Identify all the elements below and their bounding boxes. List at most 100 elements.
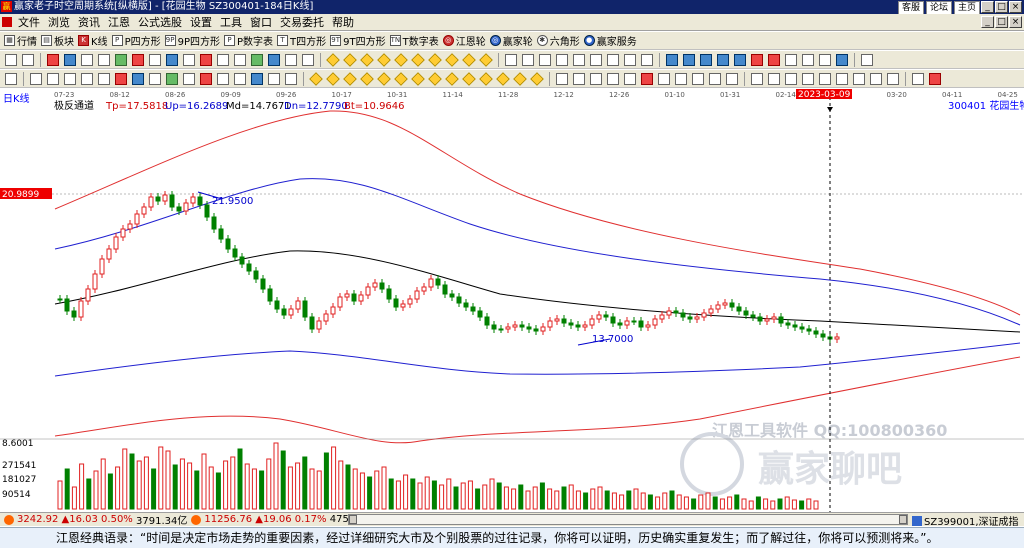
tb2-tool-38-button[interactable] [622, 52, 638, 67]
tb3-tool-56-button[interactable] [910, 71, 926, 86]
tb2-tool-9-button[interactable] [147, 52, 163, 67]
tb2-tool-25-button[interactable] [410, 52, 426, 67]
tb2-tool-47-button[interactable] [766, 52, 782, 67]
tb3-tool-34-button[interactable] [554, 71, 570, 86]
link-forum[interactable]: 论坛 [925, 1, 952, 14]
menu-browse[interactable]: 浏览 [44, 14, 74, 30]
tb3-tool-12-button[interactable] [198, 71, 214, 86]
minimize-button[interactable]: _ [981, 1, 994, 13]
tb3-tool-3-button[interactable] [45, 71, 61, 86]
tool-p-square-button[interactable]: P P四方形 [111, 33, 161, 48]
child-minimize-button[interactable]: _ [981, 16, 994, 28]
tb3-tool-41-button[interactable] [673, 71, 689, 86]
menu-window[interactable]: 窗口 [246, 14, 276, 30]
tb2-tool-1-button[interactable] [20, 52, 36, 67]
kline-chart-area[interactable]: 07-23 08-12 08-26 09-09 09-26 10-17 10-31 11-14… [0, 89, 1024, 512]
child-close-button[interactable]: × [1009, 16, 1022, 28]
chart-scrollbar[interactable] [348, 514, 908, 525]
tb3-tool-22-button[interactable] [359, 71, 375, 86]
tb3-tool-20-button[interactable] [325, 71, 341, 86]
tb3-tool-24-button[interactable] [393, 71, 409, 86]
tb3-tool-27-button[interactable] [444, 71, 460, 86]
tb3-tool-2-button[interactable] [28, 71, 44, 86]
tb3-tool-54-button[interactable] [885, 71, 901, 86]
tb2-tool-21-button[interactable] [342, 52, 358, 67]
tb2-tool-35-button[interactable] [571, 52, 587, 67]
tb3-tool-53-button[interactable] [868, 71, 884, 86]
tb2-tool-39-button[interactable] [639, 52, 655, 67]
maximize-button[interactable]: □ [995, 1, 1008, 13]
tb3-tool-38-button[interactable] [622, 71, 638, 86]
tb2-tool-20-button[interactable] [325, 52, 341, 67]
tb3-tool-21-button[interactable] [342, 71, 358, 86]
tb3-tool-40-button[interactable] [656, 71, 672, 86]
link-support[interactable]: 客服 [897, 1, 924, 14]
tool-9t-square-button[interactable]: 9T 9T四方形 [330, 33, 386, 48]
tool-9p-square-button[interactable]: 9P 9P四方形 [164, 33, 220, 48]
tb2-tool-31-button[interactable] [503, 52, 519, 67]
tb3-tool-46-button[interactable] [749, 71, 765, 86]
tb2-tool-37-button[interactable] [605, 52, 621, 67]
menu-settings[interactable]: 设置 [186, 14, 216, 30]
tb2-tool-23-button[interactable] [376, 52, 392, 67]
tb3-tool-4-button[interactable] [62, 71, 78, 86]
tb3-tool-5-button[interactable] [79, 71, 95, 86]
tb3-tool-48-button[interactable] [783, 71, 799, 86]
tb2-tool-53-button[interactable] [859, 52, 875, 67]
tb3-tool-47-button[interactable] [766, 71, 782, 86]
tb3-tool-36-button[interactable] [588, 71, 604, 86]
close-button[interactable]: × [1009, 1, 1022, 13]
tool-t-square-button[interactable]: T T四方形 [277, 33, 326, 48]
tb2-tool-48-button[interactable] [783, 52, 799, 67]
tb3-tool-19-button[interactable] [308, 71, 324, 86]
tb2-tool-0-button[interactable] [3, 52, 19, 67]
tb3-tool-30-button[interactable] [495, 71, 511, 86]
tb2-tool-12-button[interactable] [198, 52, 214, 67]
tb2-tool-15-button[interactable] [249, 52, 265, 67]
tb2-tool-14-button[interactable] [232, 52, 248, 67]
tool-t-table-button[interactable]: TN T数字表 [389, 33, 439, 48]
tb3-tool-49-button[interactable] [800, 71, 816, 86]
tb3-tool-16-button[interactable] [266, 71, 282, 86]
tb2-tool-36-button[interactable] [588, 52, 604, 67]
tb2-tool-46-button[interactable] [749, 52, 765, 67]
tb3-tool-6-button[interactable] [96, 71, 112, 86]
tb3-tool-57-button[interactable] [927, 71, 943, 86]
tb2-tool-28-button[interactable] [461, 52, 477, 67]
kline-chart[interactable]: 07-23 08-12 08-26 09-09 09-26 10-17 10-31 11-14… [0, 89, 1024, 512]
tb3-tool-52-button[interactable] [851, 71, 867, 86]
child-restore-button[interactable]: □ [995, 16, 1008, 28]
tb2-tool-22-button[interactable] [359, 52, 375, 67]
link-home[interactable]: 主页 [953, 1, 980, 14]
tb3-tool-0-button[interactable] [3, 71, 19, 86]
tb3-tool-37-button[interactable] [605, 71, 621, 86]
tb2-tool-50-button[interactable] [817, 52, 833, 67]
tb3-tool-39-button[interactable] [639, 71, 655, 86]
tool-winner-wheel-button[interactable]: ◎ 赢家轮 [489, 33, 533, 48]
menu-formula-screen[interactable]: 公式选股 [134, 14, 186, 30]
menu-file[interactable]: 文件 [14, 14, 44, 30]
tb2-tool-5-button[interactable] [79, 52, 95, 67]
tb3-tool-8-button[interactable] [130, 71, 146, 86]
tb2-tool-18-button[interactable] [300, 52, 316, 67]
menu-help[interactable]: 帮助 [328, 14, 358, 30]
tb3-tool-11-button[interactable] [181, 71, 197, 86]
tool-quotes-button[interactable]: ▦ 行情 [4, 33, 37, 48]
tool-kline-button[interactable]: K K线 [78, 33, 108, 48]
tb3-tool-31-button[interactable] [512, 71, 528, 86]
tb2-tool-29-button[interactable] [478, 52, 494, 67]
tb2-tool-24-button[interactable] [393, 52, 409, 67]
tb2-tool-51-button[interactable] [834, 52, 850, 67]
tb2-tool-42-button[interactable] [681, 52, 697, 67]
menu-tools[interactable]: 工具 [216, 14, 246, 30]
tb3-tool-9-button[interactable] [147, 71, 163, 86]
tb3-tool-50-button[interactable] [817, 71, 833, 86]
tool-hexagon-button[interactable]: ✱ 六角形 [536, 33, 580, 48]
menu-news[interactable]: 资讯 [74, 14, 104, 30]
tb3-tool-44-button[interactable] [724, 71, 740, 86]
tb2-tool-32-button[interactable] [520, 52, 536, 67]
tb3-tool-32-button[interactable] [529, 71, 545, 86]
tb2-tool-13-button[interactable] [215, 52, 231, 67]
tool-p-table-button[interactable]: P P数字表 [224, 33, 273, 48]
tb2-tool-17-button[interactable] [283, 52, 299, 67]
